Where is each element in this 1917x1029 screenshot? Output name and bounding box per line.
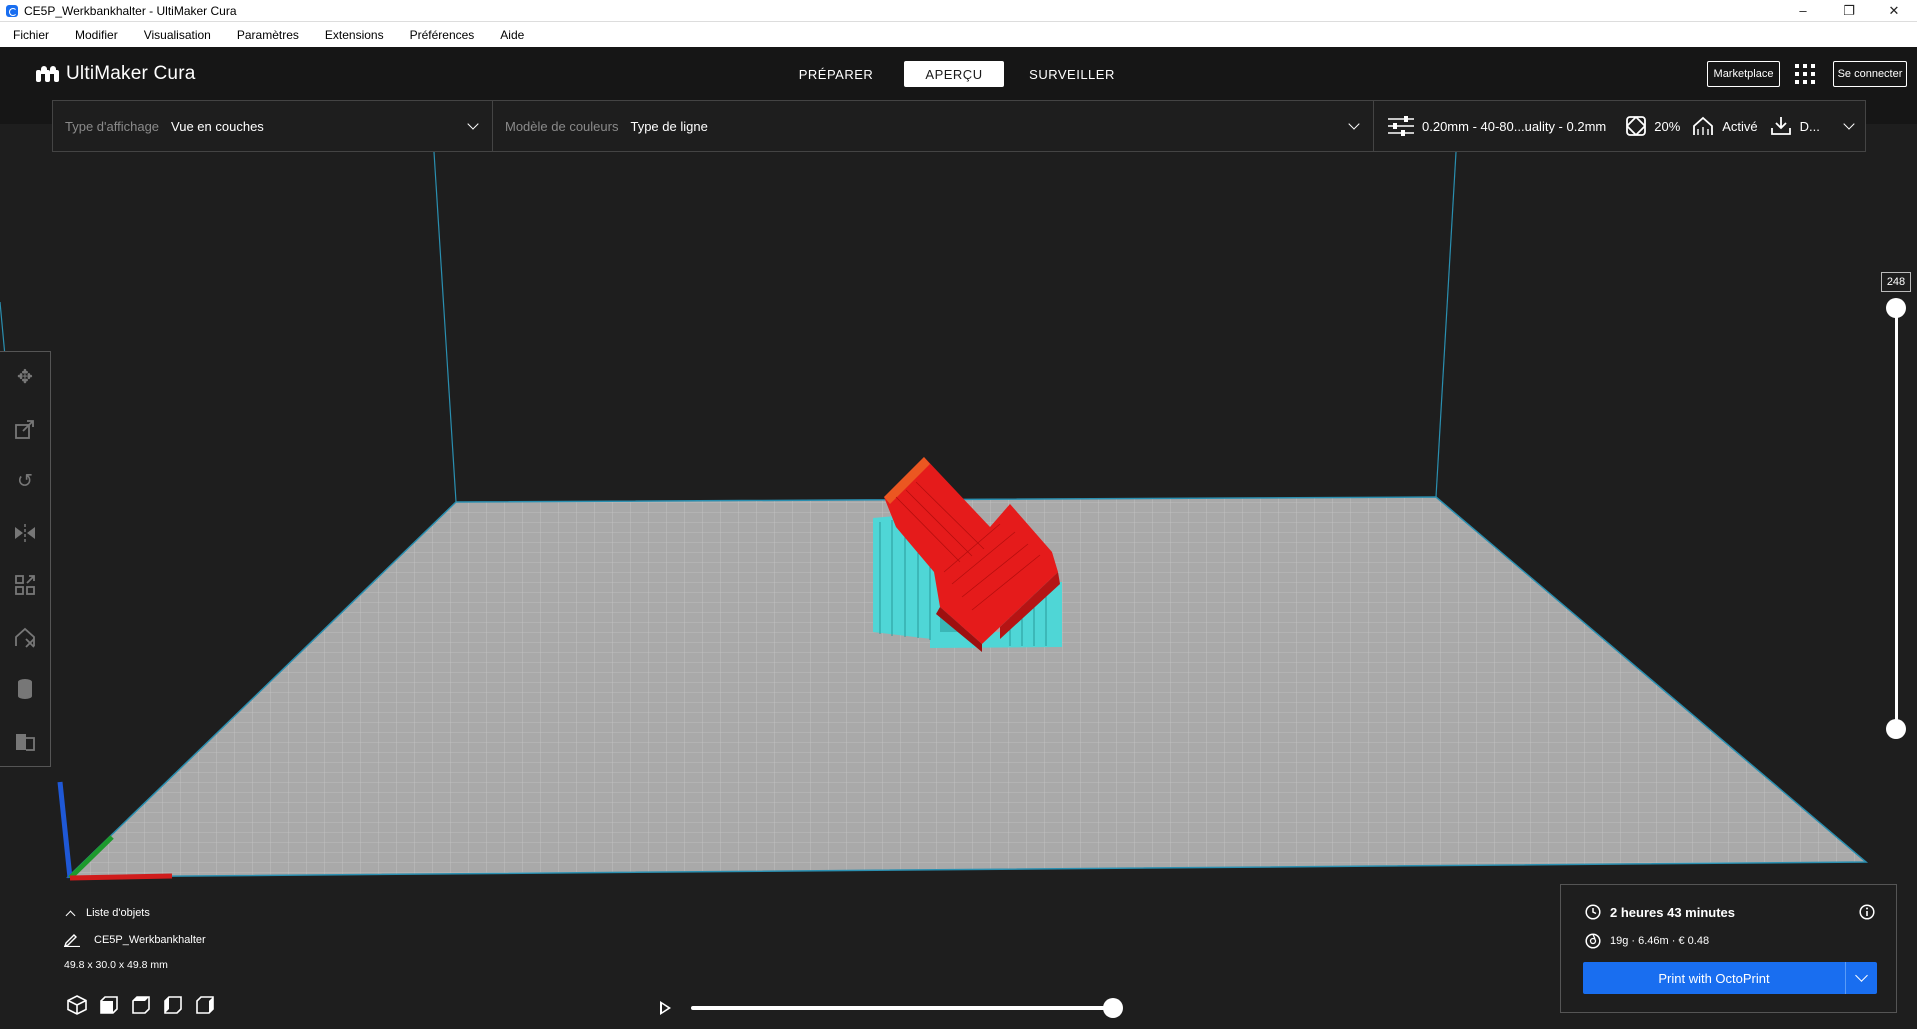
- view-type-value: Vue en couches: [171, 118, 264, 134]
- axis-z: [57, 781, 73, 879]
- ultimaker-logo: UltiMaker Cura: [36, 63, 196, 85]
- support-icon: [1693, 116, 1714, 135]
- view-front-icon[interactable]: [98, 994, 120, 1016]
- volume-edge-right: [1435, 151, 1457, 498]
- spool-icon: [1585, 933, 1601, 949]
- cylinder-tool-icon[interactable]: [14, 678, 36, 700]
- playback-slider-handle[interactable]: [1103, 998, 1123, 1018]
- material-tool-icon[interactable]: [14, 730, 36, 752]
- tool-panel: ✥ ↺: [0, 351, 51, 767]
- camera-view-buttons: [66, 994, 226, 1016]
- view-3d-icon[interactable]: [66, 994, 88, 1016]
- cura-app-icon: [6, 4, 18, 17]
- print-info-panel: 2 heures 43 minutes 19g · 6.46m · € 0.48…: [1560, 884, 1897, 1013]
- rotate-tool-icon[interactable]: ↺: [14, 470, 36, 492]
- ultimaker-logo-icon: [36, 66, 60, 82]
- edit-pencil-icon: [64, 934, 80, 947]
- info-icon[interactable]: [1859, 904, 1875, 920]
- tab-preparer[interactable]: PRÉPARER: [786, 61, 886, 87]
- clock-icon: [1585, 904, 1601, 920]
- volume-edge-left: [433, 151, 457, 503]
- view-type-label: Type d'affichage: [65, 118, 160, 134]
- playback-slider-track[interactable]: [691, 1006, 1113, 1010]
- menu-aide[interactable]: Aide: [500, 28, 524, 42]
- view-top-icon[interactable]: [130, 994, 152, 1016]
- layer-slider-bottom-handle[interactable]: [1886, 719, 1906, 739]
- layer-slider-top-handle[interactable]: [1886, 298, 1906, 318]
- material-usage: 19g · 6.46m · € 0.48: [1610, 935, 1710, 947]
- view-right-icon[interactable]: [194, 994, 216, 1016]
- color-scheme-selector[interactable]: Modèle de couleurs Type de ligne: [493, 101, 1374, 151]
- mirror-tool-icon[interactable]: [14, 522, 36, 544]
- adhesion-icon: [1770, 117, 1791, 135]
- print-time: 2 heures 43 minutes: [1610, 904, 1735, 920]
- menu-bar: Fichier Modifier Visualisation Paramètre…: [0, 21, 1917, 47]
- minimize-icon[interactable]: –: [1780, 0, 1826, 21]
- sliders-icon: [1388, 116, 1414, 136]
- support-blocker-icon[interactable]: [14, 626, 36, 648]
- chevron-up-icon: [65, 910, 76, 920]
- object-dimensions: 49.8 x 30.0 x 49.8 mm: [64, 959, 168, 971]
- chevron-down-icon: [1348, 118, 1360, 130]
- menu-preferences[interactable]: Préférences: [410, 28, 475, 42]
- logo-text: UltiMaker Cura: [66, 63, 196, 84]
- object-list-toggle[interactable]: Liste d'objets: [64, 907, 206, 920]
- layer-number-field[interactable]: 248: [1881, 272, 1911, 292]
- axis-x: [69, 873, 173, 881]
- material-usage-row: 19g · 6.46m · € 0.48: [1585, 933, 1709, 949]
- menu-modifier[interactable]: Modifier: [75, 28, 118, 42]
- stage-tabs: PRÉPARER APERÇU SURVEILLER: [786, 61, 1122, 87]
- sign-in-button[interactable]: Se connecter: [1833, 61, 1907, 87]
- object-list-item[interactable]: CE5P_Werkbankhalter: [64, 933, 206, 947]
- menu-extensions[interactable]: Extensions: [325, 28, 384, 42]
- window-titlebar: CE5P_Werkbankhalter - UltiMaker Cura – ❐…: [0, 0, 1917, 21]
- tab-surveiller[interactable]: SURVEILLER: [1022, 61, 1122, 87]
- restore-icon[interactable]: ❐: [1826, 0, 1872, 21]
- infill-icon: [1626, 116, 1647, 136]
- chevron-down-icon: [1843, 118, 1855, 130]
- print-time-row: 2 heures 43 minutes: [1585, 904, 1735, 920]
- chevron-down-icon[interactable]: [1855, 969, 1868, 982]
- menu-visualisation[interactable]: Visualisation: [144, 28, 211, 42]
- chevron-down-icon: [467, 118, 479, 130]
- color-scheme-value: Type de ligne: [630, 118, 708, 134]
- layer-slider-track[interactable]: [1895, 308, 1898, 730]
- adhesion-value: D...: [1799, 118, 1820, 134]
- print-with-octoprint-button[interactable]: Print with OctoPrint: [1583, 962, 1877, 994]
- menu-parametres[interactable]: Paramètres: [237, 28, 299, 42]
- print-button-label: Print with OctoPrint: [1658, 970, 1770, 986]
- color-scheme-label: Modèle de couleurs: [505, 118, 619, 134]
- window-title: CE5P_Werkbankhalter - UltiMaker Cura: [24, 3, 237, 18]
- print-settings-selector[interactable]: 0.20mm - 40-80...uality - 0.2mm 20% Acti…: [1374, 101, 1865, 151]
- per-model-settings-icon[interactable]: [14, 574, 36, 596]
- support-value: Activé: [1722, 118, 1758, 134]
- infill-value: 20%: [1654, 118, 1681, 134]
- move-tool-icon[interactable]: ✥: [14, 366, 36, 388]
- menu-fichier[interactable]: Fichier: [13, 28, 49, 42]
- scale-tool-icon[interactable]: [14, 418, 36, 440]
- settings-bar: Type d'affichage Vue en couches Modèle d…: [52, 100, 1866, 152]
- view-type-selector[interactable]: Type d'affichage Vue en couches: [53, 101, 493, 151]
- apps-grid-icon[interactable]: [1795, 64, 1815, 84]
- close-icon[interactable]: ✕: [1871, 0, 1917, 21]
- tab-apercu[interactable]: APERÇU: [904, 61, 1004, 87]
- profile-value: 0.20mm - 40-80...uality - 0.2mm: [1422, 118, 1607, 134]
- play-icon[interactable]: [660, 1001, 671, 1015]
- marketplace-button[interactable]: Marketplace: [1707, 61, 1780, 87]
- object-name: CE5P_Werkbankhalter: [94, 934, 206, 946]
- object-list-header: Liste d'objets: [86, 907, 150, 919]
- object-list: Liste d'objets CE5P_Werkbankhalter 49.8 …: [64, 907, 206, 971]
- view-left-icon[interactable]: [162, 994, 184, 1016]
